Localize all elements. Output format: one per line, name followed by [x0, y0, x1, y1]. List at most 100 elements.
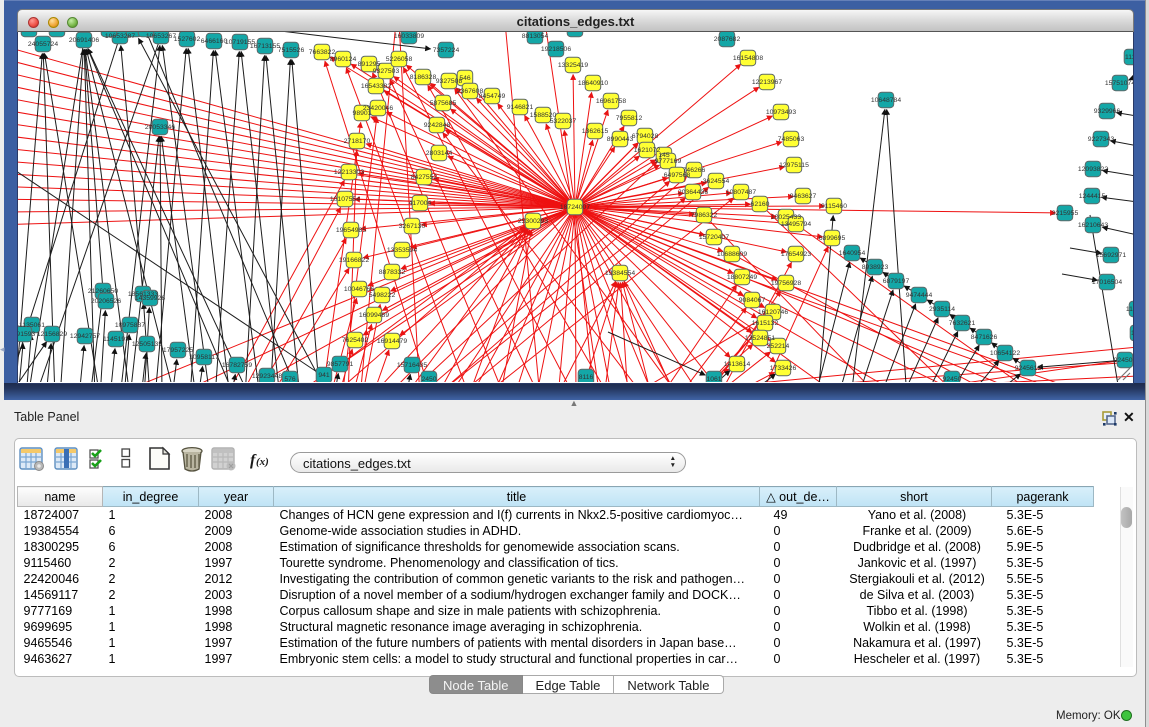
svg-text:8990443: 8990443	[607, 136, 634, 143]
svg-text:10025433: 10025433	[771, 214, 801, 221]
svg-text:391593: 391593	[18, 331, 36, 338]
svg-text:1061: 1061	[706, 376, 721, 382]
svg-text:9242848: 9242848	[424, 122, 451, 129]
svg-text:10958117: 10958117	[189, 354, 219, 361]
svg-text:10975887: 10975887	[115, 322, 145, 329]
svg-text:9857791: 9857791	[327, 361, 354, 368]
svg-text:9329966: 9329966	[1094, 108, 1121, 115]
svg-text:9245612: 9245612	[1015, 365, 1042, 372]
svg-text:16154808: 16154808	[733, 55, 763, 62]
svg-text:12213967: 12213967	[752, 79, 782, 86]
svg-text:10807487: 10807487	[726, 189, 756, 196]
svg-text:9777169: 9777169	[655, 158, 682, 165]
svg-text:2718170: 2718170	[344, 138, 371, 145]
svg-text:2935114: 2935114	[929, 306, 955, 313]
svg-text:9327503: 9327503	[373, 68, 400, 75]
svg-text:8471626: 8471626	[971, 334, 998, 341]
svg-text:15716485: 15716485	[397, 362, 427, 369]
svg-text:16120746: 16120746	[758, 309, 788, 316]
svg-text:12213303: 12213303	[334, 169, 364, 176]
svg-text:1362615: 1362615	[582, 128, 609, 135]
svg-text:1413614: 1413614	[724, 361, 751, 368]
svg-text:12093822: 12093822	[1078, 166, 1108, 173]
svg-text:19218506: 19218506	[541, 46, 571, 53]
svg-text:9463627: 9463627	[790, 193, 817, 200]
svg-text:17016504: 17016504	[1092, 279, 1122, 286]
svg-text:8454749: 8454749	[479, 93, 506, 100]
svg-text:16033809: 16033809	[394, 33, 424, 40]
svg-text:1621072: 1621072	[634, 147, 661, 154]
svg-text:10973493: 10973493	[766, 109, 796, 116]
svg-text:13325419: 13325419	[558, 62, 588, 69]
svg-text:19756928: 19756928	[771, 280, 801, 287]
svg-text:12156829: 12156829	[37, 331, 67, 338]
svg-text:24055724: 24055724	[28, 41, 58, 48]
svg-text:6879197: 6879197	[883, 278, 910, 285]
svg-text:5322037: 5322037	[550, 118, 577, 125]
svg-text:9146821: 9146821	[507, 104, 534, 111]
svg-text:20206526: 20206526	[91, 298, 121, 305]
svg-text:116733: 116733	[1126, 306, 1134, 313]
svg-text:8813054: 8813054	[522, 33, 549, 40]
svg-text:16543382: 16543382	[361, 83, 391, 90]
svg-text:8186328: 8186328	[410, 74, 437, 81]
svg-text:16782759: 16782759	[222, 362, 252, 369]
svg-text:92450: 92450	[943, 376, 962, 382]
svg-text:25300293: 25300293	[518, 218, 548, 225]
svg-text:2450: 2450	[421, 376, 436, 382]
svg-text:12923448: 12923448	[252, 373, 282, 380]
svg-text:21260650: 21260650	[88, 288, 118, 295]
svg-text:8427552: 8427552	[411, 174, 438, 181]
svg-text:10653267: 10653267	[146, 33, 176, 40]
svg-text:576: 576	[284, 376, 296, 382]
svg-text:15751074: 15751074	[1105, 80, 1134, 87]
svg-text:18640910: 18640910	[578, 80, 608, 87]
svg-text:16713155: 16713155	[250, 43, 280, 50]
svg-text:7955812: 7955812	[616, 115, 643, 122]
svg-text:2803144: 2803144	[426, 150, 453, 157]
svg-text:15692971: 15692971	[1096, 252, 1126, 259]
svg-text:7625402: 7625402	[342, 337, 369, 344]
svg-text:5498222: 5498222	[369, 292, 396, 299]
svg-text:14359926: 14359926	[135, 295, 165, 302]
svg-text:1244415: 1244415	[1079, 193, 1106, 200]
svg-text:10688609: 10688609	[717, 251, 747, 258]
svg-text:2087682: 2087682	[714, 36, 741, 43]
svg-text:12942757: 12942757	[70, 333, 100, 340]
svg-text:23420046: 23420046	[363, 105, 393, 112]
svg-text:62160: 62160	[751, 201, 770, 208]
svg-text:16961758: 16961758	[596, 98, 626, 105]
svg-text:16210643: 16210643	[1078, 222, 1108, 229]
svg-text:8960124: 8960124	[330, 56, 357, 63]
svg-text:8878332: 8878332	[379, 269, 406, 276]
svg-text:546: 546	[459, 75, 471, 82]
svg-text:5226058: 5226058	[386, 56, 413, 63]
svg-text:252214: 252214	[767, 343, 790, 350]
svg-text:18807249: 18807249	[727, 274, 757, 281]
svg-text:1615132: 1615132	[752, 320, 779, 327]
svg-text:1733426: 1733426	[770, 365, 797, 372]
svg-text:1527602: 1527602	[174, 36, 201, 43]
svg-text:20053346: 20053346	[145, 124, 175, 131]
svg-text:19654985: 19654985	[336, 227, 366, 234]
svg-text:20691406: 20691406	[69, 37, 99, 44]
svg-text:17957225: 17957225	[163, 347, 193, 354]
svg-text:3267130: 3267130	[399, 223, 426, 230]
svg-text:10107554: 10107554	[330, 196, 360, 203]
svg-text:9084067: 9084067	[739, 297, 766, 304]
svg-text:6899695: 6899695	[819, 235, 846, 242]
svg-text:1640954: 1640954	[839, 250, 866, 257]
svg-text:6794028: 6794028	[632, 133, 659, 140]
svg-text:19384554: 19384554	[605, 270, 635, 277]
svg-text:941: 941	[318, 372, 330, 379]
svg-text:1117: 1117	[1125, 54, 1134, 61]
svg-text:10654122: 10654122	[990, 350, 1020, 357]
svg-text:1145193: 1145193	[103, 336, 129, 343]
svg-text:924501: 924501	[1114, 357, 1134, 364]
svg-text:10653287: 10653287	[105, 33, 135, 40]
svg-text:3624554: 3624554	[703, 178, 730, 185]
svg-text:891295: 891295	[358, 61, 381, 68]
svg-text:12975115: 12975115	[779, 162, 809, 169]
svg-text:9474444: 9474444	[906, 292, 933, 299]
svg-text:5875685: 5875685	[430, 100, 457, 107]
